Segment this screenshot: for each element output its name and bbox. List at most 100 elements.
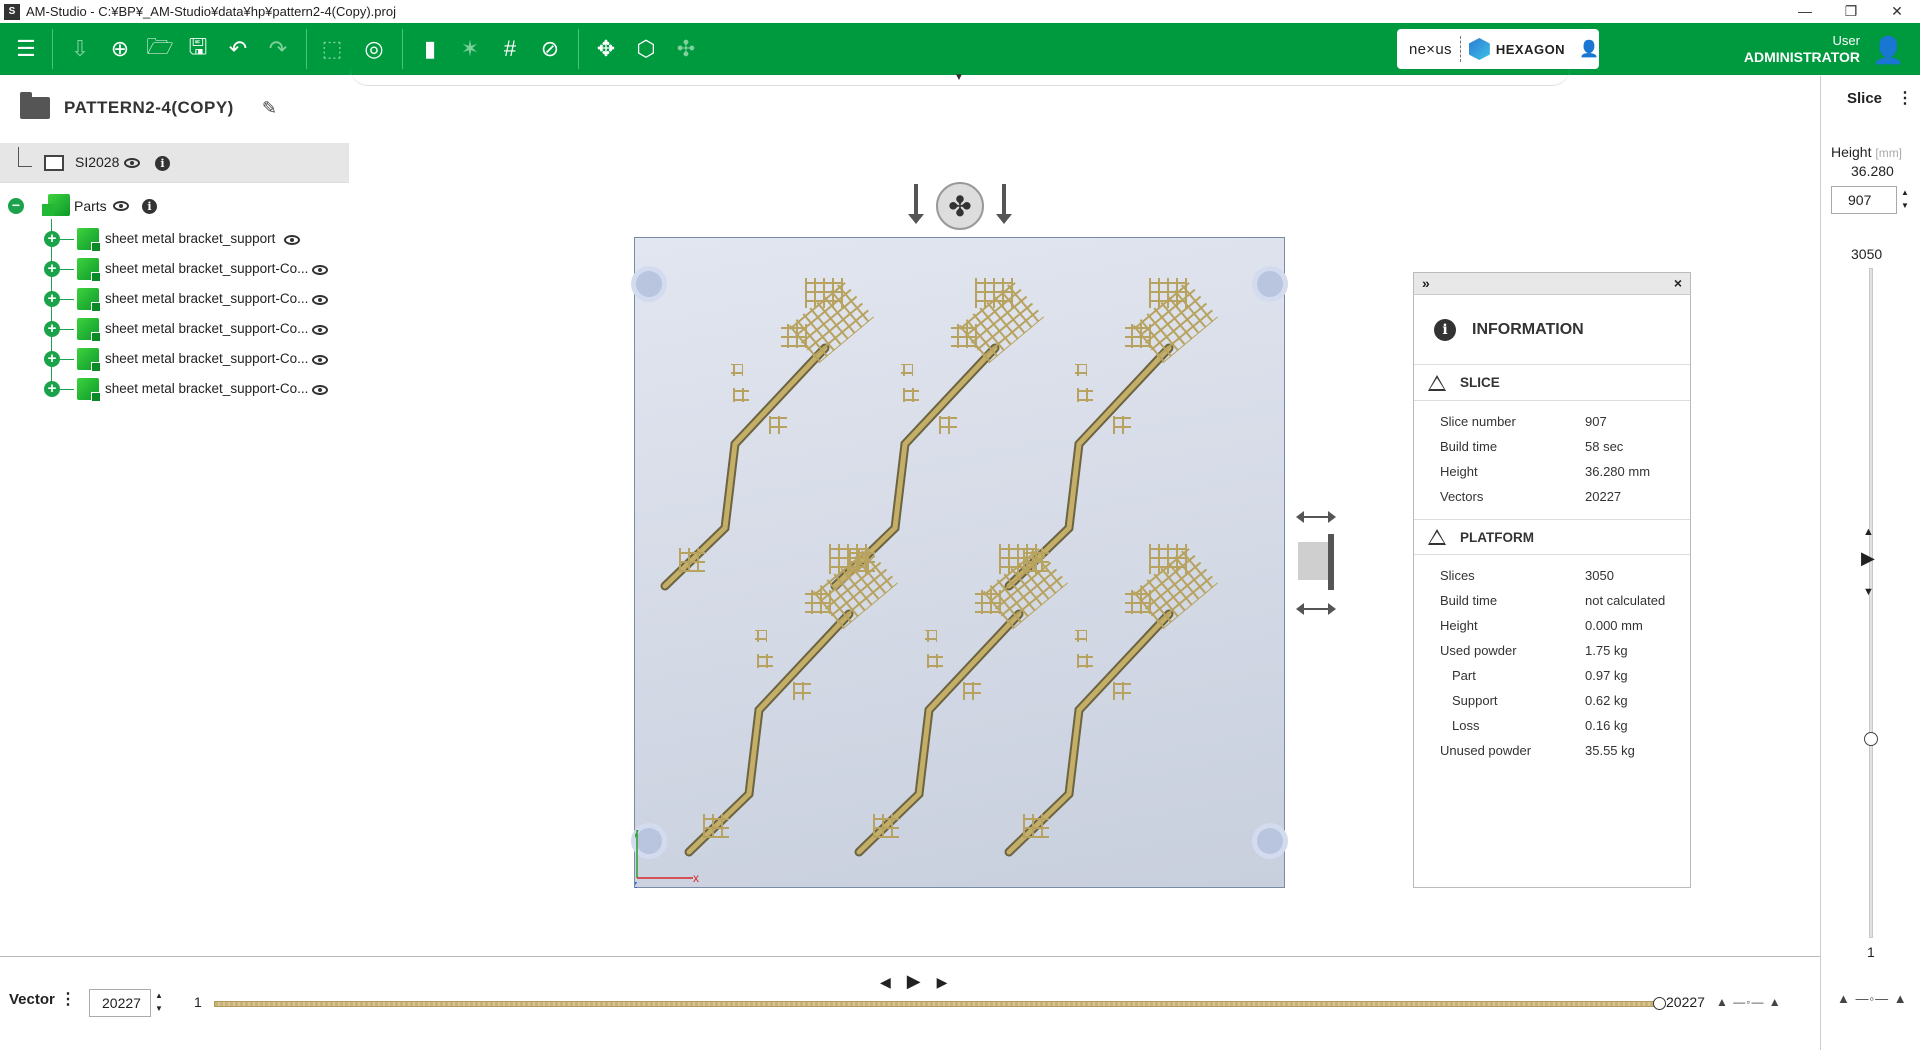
expand-icon[interactable]: +: [44, 231, 60, 247]
cube-icon[interactable]: ▮: [414, 33, 446, 65]
save-icon[interactable]: 🖫: [182, 33, 214, 65]
nexus-hexagon-button[interactable]: ne×us HEXAGON 👤: [1397, 29, 1599, 69]
close-panel-icon[interactable]: ×: [1674, 275, 1682, 291]
info-row: Unused powder 35.55 kg: [1414, 738, 1690, 763]
info-row: Part 0.97 kg: [1414, 663, 1690, 688]
info-icon[interactable]: i: [142, 199, 157, 214]
tree-part-row[interactable]: + sheet metal bracket_support-Co...: [0, 374, 349, 404]
stepper-down-icon[interactable]: ▼: [153, 1002, 165, 1015]
minimize-icon[interactable]: —: [1782, 0, 1828, 23]
expand-icon[interactable]: +: [44, 261, 60, 277]
hatch-icon[interactable]: #: [494, 33, 526, 65]
user-avatar-icon[interactable]: 👤: [1872, 35, 1904, 65]
eye-icon[interactable]: [124, 158, 140, 168]
tree-part-row[interactable]: + sheet metal bracket_support: [0, 224, 349, 254]
info-icon: i: [1434, 318, 1456, 341]
eye-icon[interactable]: [312, 265, 328, 275]
previous-icon[interactable]: ◀: [880, 974, 891, 990]
slice-section-header[interactable]: SLICE: [1414, 365, 1690, 401]
play-icon[interactable]: ▶: [1861, 548, 1875, 569]
user-info[interactable]: User ADMINISTRATOR: [1744, 33, 1860, 65]
tree-part-row[interactable]: + sheet metal bracket_support-Co...: [0, 254, 349, 284]
vector-stepper[interactable]: ▲ ▼: [153, 989, 165, 1017]
eye-icon[interactable]: [312, 385, 328, 395]
information-panel: » × i INFORMATION SLICE Slice number 907 …: [1413, 272, 1691, 888]
stepper-up-icon[interactable]: ▲: [1899, 186, 1911, 199]
expand-icon[interactable]: +: [44, 381, 60, 397]
play-icon[interactable]: ▶: [907, 971, 921, 991]
warning-icon: [1428, 529, 1446, 545]
vector-slider-track[interactable]: [214, 1001, 1660, 1007]
expand-icon[interactable]: +: [44, 321, 60, 337]
panel-header: » ×: [1414, 273, 1690, 295]
close-icon[interactable]: ✕: [1874, 0, 1920, 23]
edit-pencil-icon[interactable]: ✎: [262, 98, 277, 119]
open-folder-icon[interactable]: 🗁: [144, 33, 176, 65]
expand-icon[interactable]: +: [44, 291, 60, 307]
slice-panel-title: Slice: [1847, 90, 1883, 107]
eye-icon[interactable]: [312, 295, 328, 305]
more-options-icon[interactable]: ⋮: [60, 989, 76, 1009]
vector-number-input[interactable]: 20227: [89, 989, 151, 1017]
slice-slider-handle[interactable]: [1864, 732, 1878, 746]
eye-icon[interactable]: [284, 235, 300, 245]
height-value: 36.280: [1851, 163, 1894, 179]
stepper-up-icon[interactable]: ▲: [153, 989, 165, 1002]
slice-zoom-control[interactable]: ▲ —◦— ▲: [1837, 991, 1908, 1006]
height-label: Height [mm]: [1831, 144, 1902, 160]
tree-parts-row[interactable]: − Parts i: [0, 192, 349, 220]
move-icon[interactable]: ✥: [590, 33, 622, 65]
platform-info-list: Slices 3050 Build time not calculated Heig…: [1414, 555, 1690, 773]
snapshot-icon[interactable]: ◎: [358, 33, 390, 65]
part-label: sheet metal bracket_support-Co...: [105, 351, 309, 366]
info-value: 1.75 kg: [1585, 643, 1628, 658]
toolbar-separator: [52, 29, 53, 69]
import-icon[interactable]: ⇩: [64, 33, 96, 65]
tree-part-row[interactable]: + sheet metal bracket_support-Co...: [0, 314, 349, 344]
vector-playback-controls: ◀ ▶ ▶: [872, 971, 955, 992]
expand-icon[interactable]: +: [44, 351, 60, 367]
part-cube-icon: [77, 228, 101, 252]
gas-flow-arrow-icon: [908, 184, 924, 224]
redo-icon[interactable]: ↷: [262, 33, 294, 65]
add-icon[interactable]: ⊕: [104, 33, 136, 65]
more-options-icon[interactable]: ⋮: [1897, 88, 1913, 108]
menu-icon[interactable]: ☰: [10, 33, 42, 65]
stepper-down-icon[interactable]: ▼: [1899, 199, 1911, 212]
step-down-icon[interactable]: ▼: [1863, 586, 1874, 598]
undo-icon[interactable]: ↶: [222, 33, 254, 65]
info-row: Slices 3050: [1414, 563, 1690, 588]
support-icon[interactable]: ✶: [454, 33, 486, 65]
info-icon[interactable]: i: [155, 156, 170, 171]
info-row: Height 0.000 mm: [1414, 613, 1690, 638]
tree-part-row[interactable]: + sheet metal bracket_support-Co...: [0, 284, 349, 314]
disabled-tool-icon: ✣: [676, 36, 696, 61]
section-title: PLATFORM: [1460, 529, 1534, 545]
slice-icon[interactable]: ⊘: [534, 33, 566, 65]
vector-zoom-control[interactable]: ▲ —◦— ▲: [1716, 995, 1782, 1009]
next-icon[interactable]: ▶: [937, 974, 948, 990]
eye-icon[interactable]: [312, 355, 328, 365]
orient-icon[interactable]: ⬡: [630, 33, 662, 65]
box-view-icon[interactable]: ⬚: [316, 33, 348, 65]
vector-max-label: 20227: [1666, 994, 1705, 1010]
y-axis-label: y: [635, 827, 639, 839]
eye-icon[interactable]: [113, 201, 129, 211]
tree-part-row[interactable]: + sheet metal bracket_support-Co...: [0, 344, 349, 374]
step-up-icon[interactable]: ▲: [1863, 526, 1874, 538]
build-plate[interactable]: y x z: [631, 237, 1288, 889]
chevron-down-icon[interactable]: ▼: [954, 72, 964, 83]
slice-slider-track[interactable]: [1869, 268, 1873, 938]
maximize-icon[interactable]: ❐: [1828, 0, 1874, 23]
slice-stepper[interactable]: ▲ ▼: [1899, 186, 1911, 214]
collapse-icon[interactable]: −: [8, 198, 24, 214]
expand-panel-icon[interactable]: »: [1422, 275, 1430, 291]
slice-number-input[interactable]: 907: [1831, 186, 1897, 214]
eye-icon[interactable]: [312, 325, 328, 335]
platform-section-header[interactable]: PLATFORM: [1414, 519, 1690, 555]
vector-slider-handle[interactable]: [1653, 997, 1666, 1010]
tree-machine-row[interactable]: SI2028 i: [0, 143, 349, 183]
brand-separator: [1459, 36, 1461, 62]
info-key: Unused powder: [1440, 743, 1532, 758]
info-row: Build time 58 sec: [1414, 434, 1690, 459]
